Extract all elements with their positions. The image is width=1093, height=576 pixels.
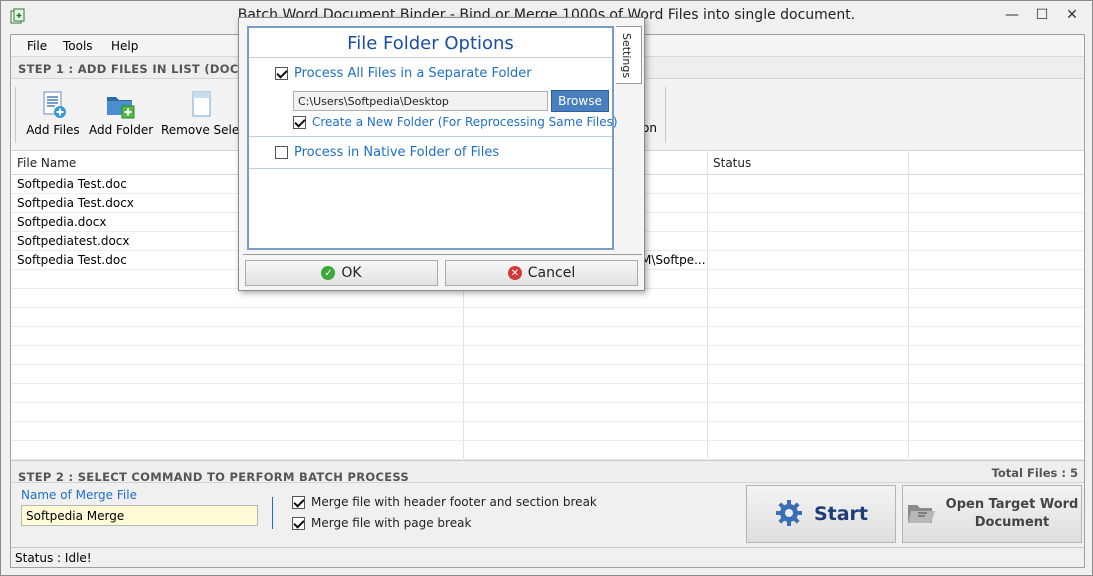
file-name-cell: Softpedia Test.doc (17, 177, 127, 191)
checkbox-checked-icon[interactable] (292, 516, 305, 530)
checkbox-checked-icon[interactable] (292, 495, 305, 509)
add-files-button[interactable]: Add Files (25, 85, 81, 145)
toolbar-divider (15, 87, 16, 143)
table-row (11, 403, 1084, 422)
cancel-button[interactable]: ✕ Cancel (445, 260, 638, 286)
column-header-status[interactable]: Status (713, 156, 751, 170)
table-row (11, 327, 1084, 346)
cancel-icon: ✕ (507, 266, 522, 280)
start-label: Start (813, 503, 869, 525)
menu-file[interactable]: File (27, 39, 47, 53)
table-row (11, 346, 1084, 365)
status-bar: Status : Idle! (11, 547, 1084, 567)
close-button[interactable]: ✕ (1049, 1, 1093, 29)
merge-header-footer-option[interactable]: Merge file with header footer and sectio… (292, 495, 597, 509)
open-target-line2: Document (974, 515, 1050, 530)
menu-help[interactable]: Help (111, 39, 138, 53)
start-button[interactable]: Start (746, 485, 896, 543)
table-row (11, 365, 1084, 384)
status-text: Status : Idle! (15, 551, 92, 565)
menu-tools[interactable]: Tools (63, 39, 93, 53)
dialog-divider (243, 254, 642, 255)
open-folder-icon (906, 498, 936, 531)
browse-button[interactable]: Browse (551, 90, 609, 112)
table-row (11, 441, 1084, 460)
dialog-title: File Folder Options (249, 28, 612, 58)
add-folder-label: Add Folder (89, 123, 154, 137)
new-folder-option[interactable]: Create a New Folder (For Reprocessing Sa… (293, 115, 618, 129)
open-target-line1: Open Target Word (945, 497, 1079, 512)
vertical-divider (272, 497, 273, 529)
step2-panel: Name of Merge File Merge file with heade… (11, 483, 1084, 547)
table-row (11, 384, 1084, 403)
app-window: Batch Word Document Binder - Bind or Mer… (0, 0, 1093, 576)
merge-page-break-label: Merge file with page break (311, 516, 472, 530)
file-name-cell: Softpedia Test.docx (17, 196, 134, 210)
checkbox-checked-icon[interactable] (275, 67, 288, 80)
output-path-field[interactable]: C:\Users\Softpedia\Desktop (293, 91, 548, 111)
checkbox-checked-icon[interactable] (293, 115, 306, 129)
ok-button[interactable]: ✓ OK (245, 260, 438, 286)
separate-folder-option[interactable]: Process All Files in a Separate Folder (275, 66, 532, 81)
remove-selected-button[interactable]: Remove Select (161, 85, 251, 145)
checkbox-unchecked-icon[interactable] (275, 146, 288, 159)
path-cell: M\Softpe... (641, 253, 706, 267)
merge-header-footer-label: Merge file with header footer and sectio… (311, 495, 597, 509)
settings-tab-label: Settings (620, 33, 633, 79)
step2-header: STEP 2 : SELECT COMMAND TO PERFORM BATCH… (11, 461, 1084, 484)
ok-label: OK (341, 265, 362, 281)
toolbar-divider (665, 87, 666, 143)
add-folder-icon (104, 89, 136, 121)
open-target-document-button[interactable]: Open Target Word Document (902, 485, 1082, 543)
settings-tab[interactable]: Settings (616, 26, 642, 84)
separate-folder-label: Process All Files in a Separate Folder (294, 66, 532, 81)
open-target-label: Open Target Word Document (946, 496, 1079, 532)
file-folder-options-dialog: File Folder Options Process All Files in… (238, 17, 645, 291)
separate-folder-section: Process All Files in a Separate Folder C… (249, 59, 618, 137)
table-row (11, 289, 1084, 308)
cancel-label: Cancel (527, 265, 576, 281)
new-folder-label: Create a New Folder (For Reprocessing Sa… (312, 115, 618, 129)
merge-file-label: Name of Merge File (21, 488, 137, 502)
table-row (11, 422, 1084, 441)
remove-file-icon (185, 89, 217, 121)
add-files-label: Add Files (26, 123, 80, 137)
add-files-icon (37, 89, 69, 121)
total-files-count: Total Files : 5 (991, 466, 1078, 480)
gear-icon (774, 498, 804, 531)
step2-label: STEP 2 : SELECT COMMAND TO PERFORM BATCH… (18, 470, 409, 484)
checkmark-icon: ✓ (321, 266, 336, 280)
remove-selected-label: Remove Select (161, 123, 251, 137)
native-folder-section: Process in Native Folder of Files (249, 137, 612, 169)
dialog-panel: File Folder Options Process All Files in… (247, 26, 618, 250)
merge-file-input[interactable] (21, 505, 258, 526)
merge-page-break-option[interactable]: Merge file with page break (292, 516, 471, 530)
file-name-cell: Softpedia Test.doc (17, 253, 127, 267)
column-header-file-name[interactable]: File Name (17, 156, 76, 170)
native-folder-option[interactable]: Process in Native Folder of Files (275, 145, 499, 160)
file-name-cell: Softpedia.docx (17, 215, 107, 229)
step1-label: STEP 1 : ADD FILES IN LIST (DOC, (18, 62, 244, 76)
table-row (11, 308, 1084, 327)
add-folder-button[interactable]: Add Folder (89, 85, 154, 145)
file-name-cell: Softpediatest.docx (17, 234, 130, 248)
native-folder-label: Process in Native Folder of Files (294, 145, 500, 160)
